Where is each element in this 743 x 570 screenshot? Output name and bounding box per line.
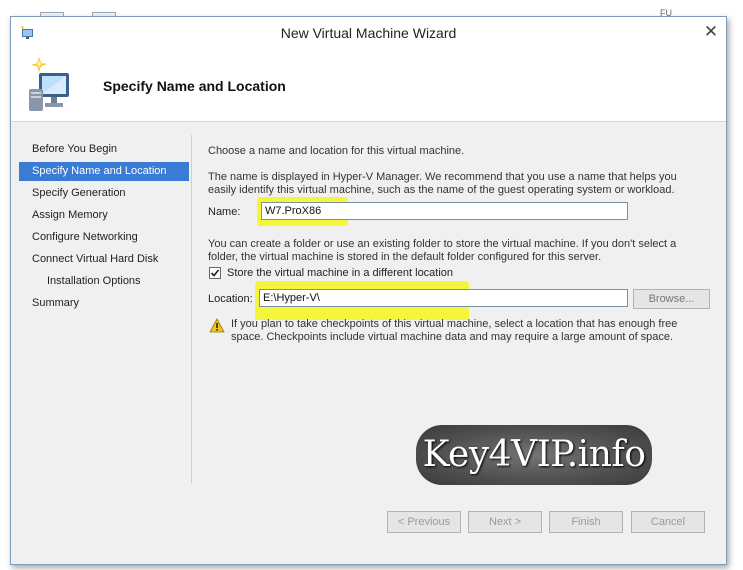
page-title: Specify Name and Location [103,78,286,94]
location-label: Location: [208,293,253,305]
name-label: Name: [208,206,241,218]
nav-item-configure-networking[interactable]: Configure Networking [19,228,189,247]
folder-help-text: You can create a folder or use an existi… [208,238,677,263]
wizard-steps-nav: Before You Begin Specify Name and Locati… [11,122,191,502]
window-title: New Virtual Machine Wizard [280,25,457,41]
wizard-header: Specify Name and Location [11,49,726,122]
intro-text: Choose a name and location for this virt… [208,145,465,157]
checkmark-icon [210,269,220,277]
name-input[interactable]: W7.ProX86 [261,202,628,220]
cancel-button[interactable]: Cancel [631,511,705,533]
watermark: Key4VIP.info [416,425,652,485]
nav-item-specify-generation[interactable]: Specify Generation [19,184,189,203]
nav-item-before-you-begin[interactable]: Before You Begin [19,140,189,159]
new-vm-icon [29,57,69,111]
nav-item-connect-virtual-hard-disk[interactable]: Connect Virtual Hard Disk [19,250,189,269]
different-location-checkbox[interactable] [209,267,221,279]
nav-divider [191,135,192,483]
checkpoint-warning-text: If you plan to take checkpoints of this … [231,318,678,343]
nav-item-assign-memory[interactable]: Assign Memory [19,206,189,225]
browse-button[interactable]: Browse... [633,289,710,309]
name-help-text: The name is displayed in Hyper-V Manager… [208,171,677,196]
nav-item-summary[interactable]: Summary [19,294,189,313]
location-input[interactable]: E:\Hyper-V\ [259,289,628,307]
finish-button[interactable]: Finish [549,511,623,533]
watermark-text: Key4VIP.info [422,434,646,475]
different-location-label[interactable]: Store the virtual machine in a different… [227,267,453,279]
next-button[interactable]: Next > [468,511,542,533]
warning-icon [209,318,225,333]
previous-button[interactable]: < Previous [387,511,461,533]
nav-item-specify-name-and-location[interactable]: Specify Name and Location [19,162,189,181]
close-button[interactable]: ✕ [700,23,722,41]
title-bar[interactable]: New Virtual Machine Wizard ✕ [11,17,726,49]
nav-item-installation-options[interactable]: Installation Options [19,272,189,291]
